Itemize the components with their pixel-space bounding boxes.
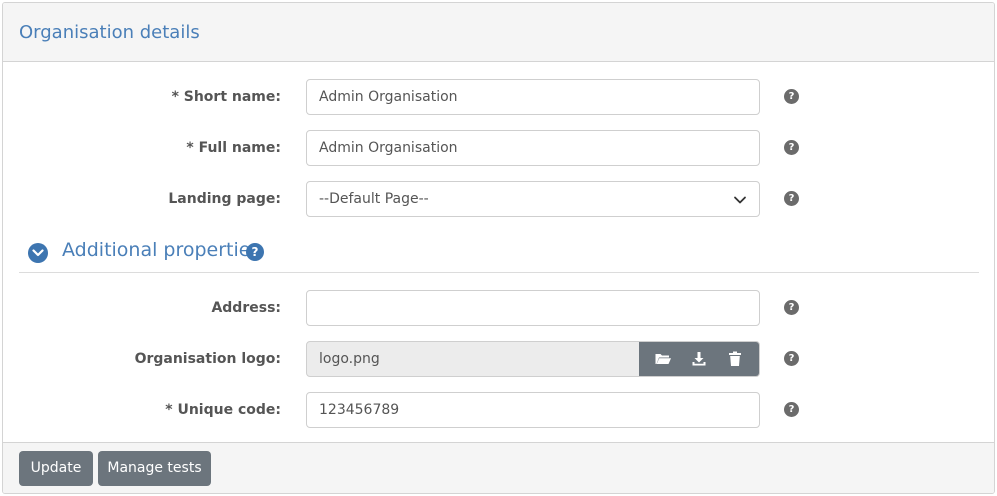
unique-code-help-icon[interactable]: ? — [784, 402, 799, 417]
short-name-help-icon[interactable]: ? — [784, 89, 799, 104]
organisation-logo-label: Organisation logo: — [134, 351, 281, 367]
address-help-icon[interactable]: ? — [784, 300, 799, 315]
organisation-logo-help-icon[interactable]: ? — [784, 351, 799, 366]
landing-page-select[interactable]: --Default Page-- — [306, 181, 760, 217]
unique-code-input[interactable]: 123456789 — [306, 392, 760, 428]
update-button[interactable]: Update — [19, 451, 93, 486]
panel-title: Organisation details — [19, 21, 200, 43]
address-label: Address: — [211, 300, 281, 316]
full-name-input[interactable]: Admin Organisation — [306, 130, 760, 166]
collapse-toggle-icon[interactable] — [28, 243, 48, 263]
address-input[interactable] — [306, 290, 760, 326]
unique-code-row: * Unique code: 123456789 ? — [3, 392, 994, 428]
logo-file-name: logo.png — [319, 351, 380, 367]
download-icon[interactable] — [690, 350, 708, 368]
short-name-input[interactable]: Admin Organisation — [306, 79, 760, 115]
unique-code-label: * Unique code: — [165, 402, 281, 418]
full-name-row: * Full name: Admin Organisation ? — [3, 130, 994, 166]
short-name-label: * Short name: — [171, 89, 281, 105]
organisation-details-panel: Organisation details * Short name: Admin… — [2, 2, 995, 494]
chevron-down-icon — [32, 249, 44, 257]
panel-heading: Organisation details — [3, 3, 994, 62]
additional-properties-help-icon[interactable]: ? — [246, 243, 264, 261]
additional-properties-section: Additional properties ? — [19, 237, 979, 273]
landing-page-selected-value: --Default Page-- — [319, 191, 429, 207]
trash-icon[interactable] — [726, 350, 744, 368]
logo-file-actions — [639, 342, 759, 376]
landing-page-help-icon[interactable]: ? — [784, 191, 799, 206]
short-name-row: * Short name: Admin Organisation ? — [3, 79, 994, 115]
manage-tests-button[interactable]: Manage tests — [98, 451, 211, 486]
panel-footer: Update Manage tests — [3, 442, 994, 493]
organisation-logo-file-field: logo.png — [306, 341, 760, 377]
landing-page-label: Landing page: — [168, 191, 281, 207]
organisation-logo-row: Organisation logo: logo.png ? — [3, 341, 994, 377]
folder-open-icon[interactable] — [654, 350, 672, 368]
full-name-help-icon[interactable]: ? — [784, 140, 799, 155]
chevron-down-icon — [734, 196, 746, 204]
address-row: Address: ? — [3, 290, 994, 326]
full-name-label: * Full name: — [186, 140, 281, 156]
landing-page-row: Landing page: --Default Page-- ? — [3, 181, 994, 217]
additional-properties-title[interactable]: Additional properties — [62, 239, 260, 261]
